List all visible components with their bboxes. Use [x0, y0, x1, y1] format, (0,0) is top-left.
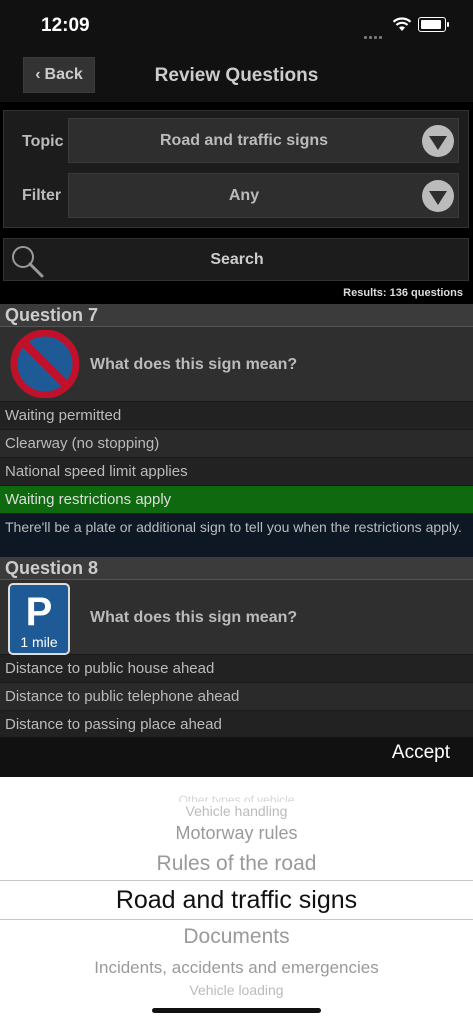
no-waiting-sign-icon	[10, 330, 80, 398]
answer-option[interactable]: National speed limit applies	[0, 458, 473, 486]
picker-option[interactable]: Incidents, accidents and emergencies	[0, 958, 473, 978]
question-prompt: What does this sign mean?	[90, 609, 298, 626]
picker-toolbar: Accept	[0, 737, 473, 777]
answer-option[interactable]: Distance to public house ahead	[0, 655, 473, 683]
question-header: Question 8	[0, 557, 473, 580]
topic-label: Topic	[22, 133, 64, 150]
answer-option[interactable]: Clearway (no stopping)	[0, 430, 473, 458]
page-title: Review Questions	[154, 65, 319, 86]
parking-one-mile-sign-icon: P 1 mile	[8, 583, 70, 655]
answer-option[interactable]: Distance to passing place ahead	[0, 711, 473, 737]
picker-selected-option[interactable]: Road and traffic signs	[0, 886, 473, 915]
picker-option[interactable]: Documents	[0, 925, 473, 949]
picker-option[interactable]: Other types of vehicle	[0, 793, 473, 802]
answer-option[interactable]: Waiting permitted	[0, 402, 473, 430]
dropdown-arrow-icon[interactable]	[422, 125, 454, 157]
topic-picker-wheel[interactable]: Other types of vehicle Vehicle handling …	[0, 777, 473, 1024]
answer-explanation: There'll be a plate or additional sign t…	[0, 514, 473, 557]
filter-label: Filter	[22, 187, 62, 204]
clock: 12:09	[41, 15, 90, 36]
sign-letter: P	[26, 590, 53, 634]
selection-divider	[0, 880, 473, 881]
answer-option[interactable]: Distance to public telephone ahead	[0, 683, 473, 711]
search-button[interactable]: Search	[3, 238, 469, 281]
battery-icon	[418, 17, 449, 32]
picker-option[interactable]: Motorway rules	[0, 823, 473, 844]
picker-option[interactable]: Vehicle loading	[0, 982, 473, 998]
correct-answer-option[interactable]: Waiting restrictions apply	[0, 486, 473, 514]
picker-option[interactable]: Vehicle handling	[0, 803, 473, 819]
cellular-signal-icon	[364, 26, 386, 39]
accept-button[interactable]: Accept	[392, 742, 450, 764]
wifi-icon	[392, 17, 412, 31]
status-bar: 12:09	[0, 0, 473, 50]
filter-select[interactable]: Any	[68, 173, 459, 218]
results-count: Results: 136 questions	[343, 287, 463, 299]
filter-value: Any	[228, 187, 260, 204]
picker-option[interactable]: Rules of the road	[0, 852, 473, 876]
home-indicator[interactable]	[152, 1008, 321, 1013]
topic-value: Road and traffic signs	[159, 132, 329, 149]
question-body: What does this sign mean?	[0, 327, 473, 402]
question-list[interactable]: Question 7 What does this sign mean? Wai…	[0, 304, 473, 737]
search-label: Search	[210, 251, 264, 268]
dropdown-arrow-icon[interactable]	[422, 180, 454, 212]
question-header: Question 7	[0, 304, 473, 327]
selection-divider	[0, 919, 473, 920]
topic-select[interactable]: Road and traffic signs	[68, 118, 459, 163]
filter-panel: Topic Road and traffic signs Filter Any	[3, 110, 469, 228]
question-body: P 1 mile What does this sign mean?	[0, 580, 473, 655]
navigation-bar: ‹ Back Review Questions	[0, 50, 473, 102]
sign-distance: 1 mile	[20, 634, 58, 650]
question-prompt: What does this sign mean?	[90, 356, 298, 373]
